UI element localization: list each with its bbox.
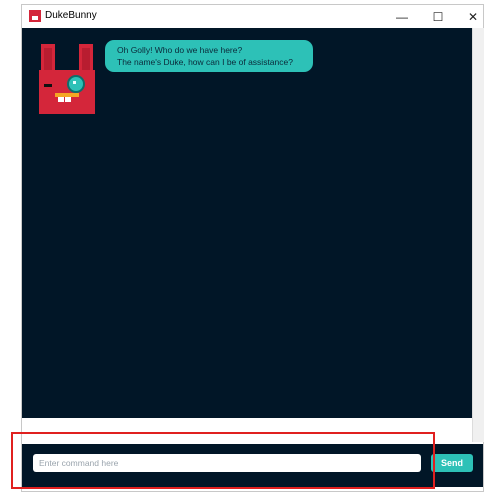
message-line: Oh Golly! Who do we have here? bbox=[117, 45, 243, 55]
minimize-button[interactable]: — bbox=[384, 5, 420, 28]
title-bar: DukeBunny — ☐ ✕ bbox=[22, 5, 483, 28]
window-title: DukeBunny bbox=[45, 10, 97, 21]
vertical-scrollbar[interactable] bbox=[472, 28, 484, 442]
message-line: The name's Duke, how can I be of assista… bbox=[117, 57, 293, 67]
close-button[interactable]: ✕ bbox=[455, 5, 491, 28]
app-window: DukeBunny — ☐ ✕ Oh Golly! Who do we have… bbox=[21, 4, 484, 492]
send-button[interactable]: Send bbox=[431, 454, 473, 472]
highlight-box bbox=[11, 432, 435, 489]
maximize-button[interactable]: ☐ bbox=[420, 5, 456, 28]
chat-area: Oh Golly! Who do we have here? The name'… bbox=[22, 28, 472, 418]
bunny-icon bbox=[39, 44, 95, 114]
duke-bunny-avatar bbox=[36, 40, 98, 118]
chat-message-bubble: Oh Golly! Who do we have here? The name'… bbox=[105, 40, 313, 72]
app-logo-icon bbox=[29, 10, 41, 22]
